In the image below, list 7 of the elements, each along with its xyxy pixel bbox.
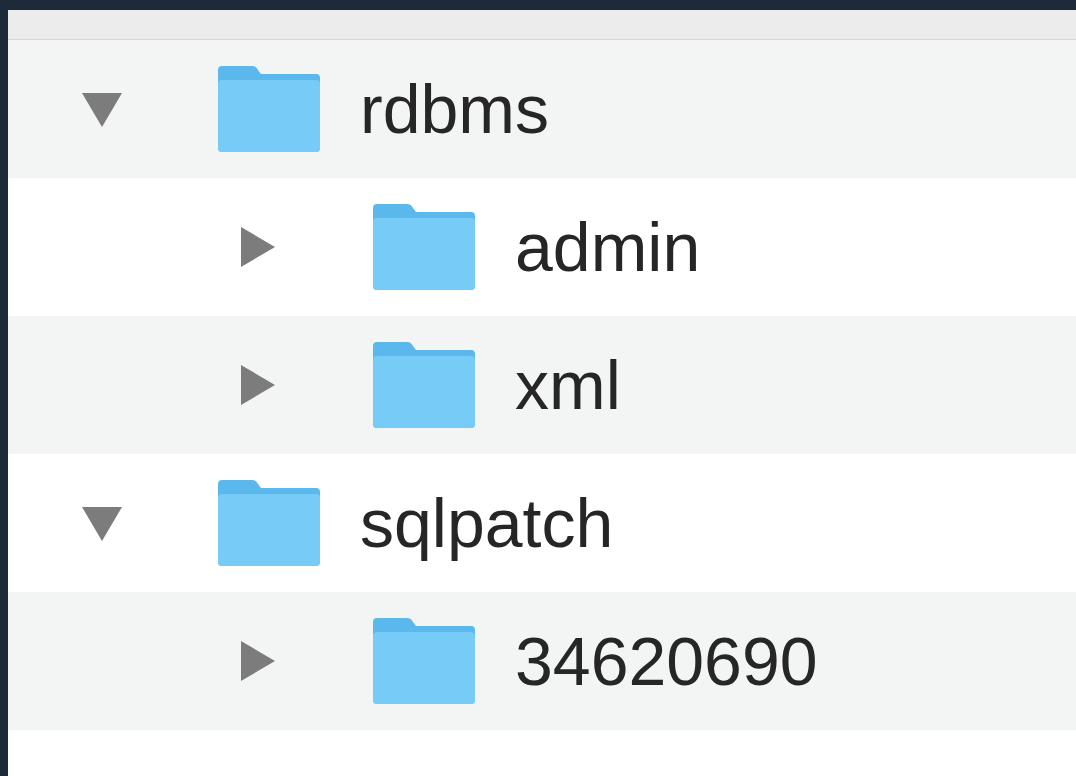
tree-row[interactable]: 34620690	[8, 592, 1076, 730]
tree-row[interactable]: rdbms	[8, 40, 1076, 178]
folder-name: 34620690	[515, 627, 818, 695]
folder-name: xml	[515, 351, 621, 419]
tree-row[interactable]: xml	[8, 316, 1076, 454]
folder-name: rdbms	[360, 75, 549, 143]
folder-name: admin	[515, 213, 701, 281]
